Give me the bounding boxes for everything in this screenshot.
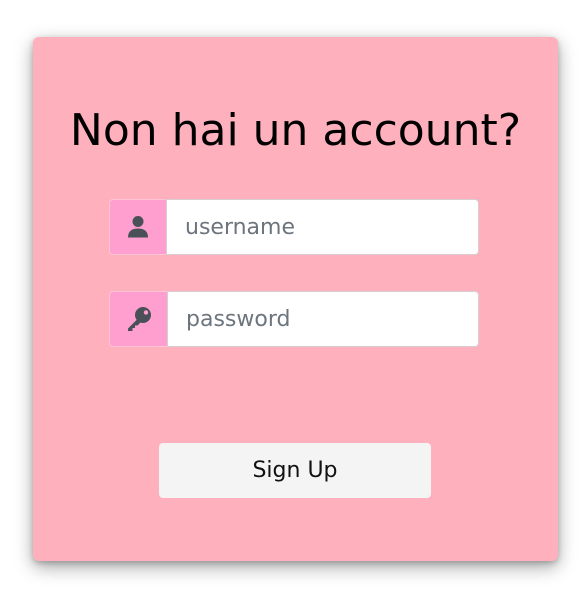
password-addon	[109, 291, 167, 347]
signup-card: Non hai un account? Sign Up	[33, 37, 558, 561]
password-input[interactable]	[167, 291, 479, 347]
sign-up-button[interactable]: Sign Up	[159, 443, 431, 498]
key-icon	[127, 307, 151, 331]
username-input[interactable]	[166, 199, 479, 255]
username-group	[109, 199, 479, 255]
username-addon	[109, 199, 166, 255]
password-group	[109, 291, 479, 347]
user-icon	[128, 216, 148, 238]
form-title: Non hai un account?	[69, 105, 522, 156]
